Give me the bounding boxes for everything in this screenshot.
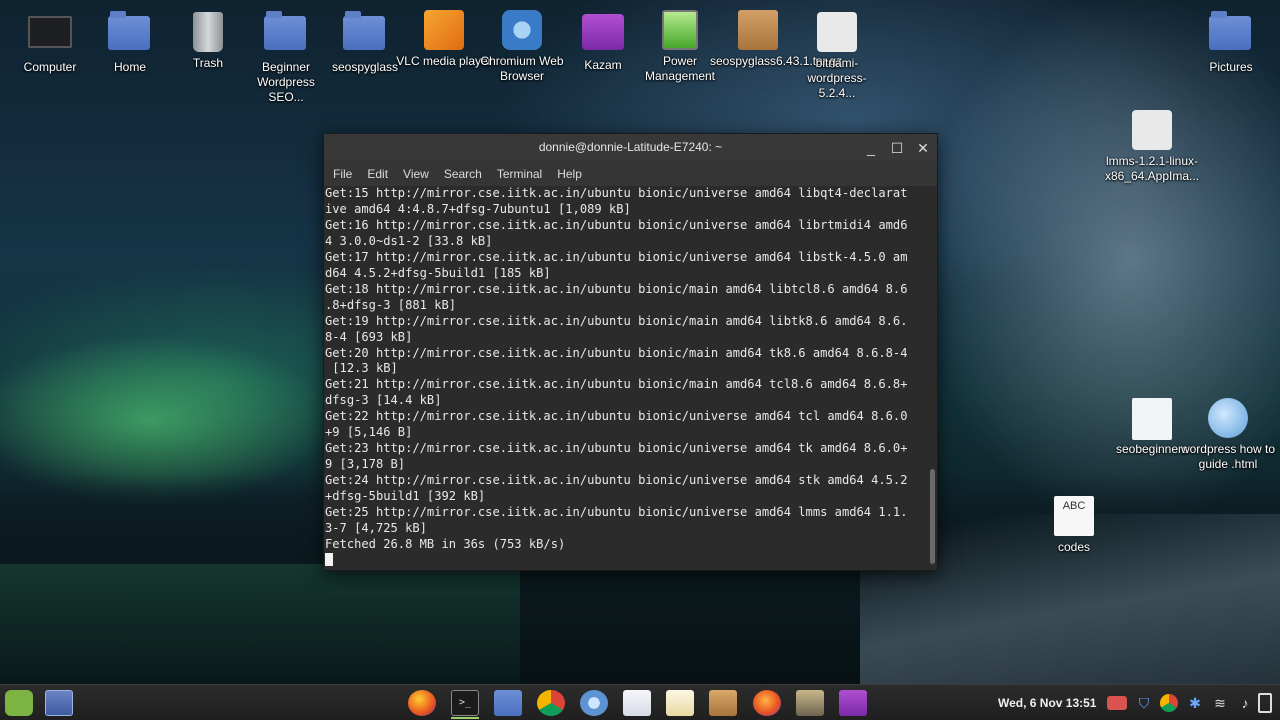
- terminal-line: +9 [5,146 B]: [325, 425, 413, 440]
- window-controls: _ ☐ ✕: [863, 134, 931, 161]
- terminal-line: Get:25 http://mirror.cse.iitk.ac.in/ubun…: [325, 505, 908, 520]
- battery-icon[interactable]: [1258, 693, 1272, 713]
- text-cursor: [325, 552, 333, 566]
- terminal-line: Get:18 http://mirror.cse.iitk.ac.in/ubun…: [325, 281, 908, 296]
- home-folder-icon: [108, 11, 150, 50]
- terminal-line: 8-4 [693 kB]: [325, 329, 413, 344]
- wifi-icon[interactable]: ≋: [1211, 694, 1229, 712]
- battery-icon: [662, 10, 698, 50]
- close-button[interactable]: ✕: [915, 140, 931, 156]
- terminal-prompt-line: [325, 552, 927, 566]
- text-editor-icon[interactable]: [666, 690, 694, 716]
- terminal-line: Get:16 http://mirror.cse.iitk.ac.in/ubun…: [325, 217, 908, 232]
- firefox-icon[interactable]: [408, 690, 436, 716]
- active-window-indicator: [451, 717, 479, 719]
- menu-edit[interactable]: Edit: [367, 167, 388, 181]
- desktop-icon-pictures[interactable]: Pictures: [1183, 11, 1279, 75]
- terminal-line: Fetched 26.8 MB in 36s (753 kB/s): [325, 536, 566, 551]
- terminal-line: Get:24 http://mirror.cse.iitk.ac.in/ubun…: [325, 473, 908, 488]
- terminal-line: Get:22 http://mirror.cse.iitk.ac.in/ubun…: [325, 409, 908, 424]
- sound-icon[interactable]: ♪: [1236, 694, 1254, 712]
- terminal-menubar: File Edit View Search Terminal Help: [324, 161, 937, 186]
- terminal-line: Get:17 http://mirror.cse.iitk.ac.in/ubun…: [325, 249, 908, 264]
- scrollbar-thumb[interactable]: [930, 469, 935, 564]
- terminal-line: Get:23 http://mirror.cse.iitk.ac.in/ubun…: [325, 441, 908, 456]
- executable-gear-icon: [817, 12, 857, 52]
- menu-help[interactable]: Help: [557, 167, 582, 181]
- terminal-line: Get:20 http://mirror.cse.iitk.ac.in/ubun…: [325, 345, 908, 360]
- menu-terminal[interactable]: Terminal: [497, 167, 542, 181]
- terminal-line: .8+dfsg-3 [881 kB]: [325, 297, 457, 312]
- folder-icon: [264, 11, 306, 50]
- clock[interactable]: Wed, 6 Nov 13:51: [998, 685, 1096, 720]
- record-icon[interactable]: [1107, 696, 1127, 710]
- terminal-line: d64 4.5.2+dfsg-5build1 [185 kB]: [325, 265, 551, 280]
- folder-icon: [343, 11, 385, 50]
- terminal-scrollbar[interactable]: [929, 186, 935, 566]
- bluetooth-icon[interactable]: ✱: [1186, 694, 1204, 712]
- kazam-icon[interactable]: [839, 690, 867, 716]
- menu-search[interactable]: Search: [444, 167, 482, 181]
- wallpaper-lake: [0, 564, 520, 684]
- archive-manager-icon[interactable]: [709, 690, 737, 716]
- desktop-icon-codes[interactable]: ABC codes: [1026, 496, 1122, 555]
- desktop-icon-lmms-appimage[interactable]: lmms-1.2.1-linux-x86_64.AppIma...: [1104, 110, 1200, 184]
- folder-icon: [1209, 11, 1251, 50]
- terminal-line: Get:15 http://mirror.cse.iitk.ac.in/ubun…: [325, 186, 908, 200]
- files-icon[interactable]: [494, 690, 522, 716]
- media-player-icon[interactable]: [753, 690, 781, 716]
- trash-icon: [193, 12, 223, 52]
- computer-icon: [28, 16, 72, 48]
- kazam-icon: [582, 14, 624, 50]
- chrome-tray-icon[interactable]: [1160, 694, 1178, 712]
- chrome-icon[interactable]: [537, 690, 565, 716]
- taskbar: >_ Wed, 6 Nov 13:51 ⛉ ✱ ≋ ♪: [0, 684, 1280, 720]
- terminal-line: 4 3.0.0~ds1-2 [33.8 kB]: [325, 233, 493, 248]
- menu-view[interactable]: View: [403, 167, 429, 181]
- terminal-window[interactable]: donnie@donnie-Latitude-E7240: ~ _ ☐ ✕ Fi…: [323, 133, 938, 571]
- vlc-icon: [424, 10, 464, 50]
- gimp-icon[interactable]: [796, 690, 824, 716]
- text-file-icon: ABC: [1054, 496, 1094, 536]
- html-globe-icon: [1208, 398, 1248, 438]
- document-icon: [1132, 398, 1172, 440]
- terminal-line: 9 [3,178 B]: [325, 457, 406, 472]
- terminal-line: dfsg-3 [14.4 kB]: [325, 393, 442, 408]
- desktop-icon-bitnami[interactable]: bitnami-wordpress-5.2.4...: [789, 12, 885, 101]
- terminal-titlebar[interactable]: donnie@donnie-Latitude-E7240: ~ _ ☐ ✕: [324, 134, 937, 161]
- window-title: donnie@donnie-Latitude-E7240: ~: [538, 140, 723, 154]
- terminal-line: 3-7 [4,725 kB]: [325, 521, 427, 536]
- terminal-icon[interactable]: >_: [451, 690, 479, 716]
- menu-file[interactable]: File: [333, 167, 352, 181]
- mint-menu-icon[interactable]: [5, 690, 33, 716]
- maximize-button[interactable]: ☐: [889, 140, 905, 156]
- desktop-icon-wordpress-html[interactable]: wordpress how to guide .html: [1180, 398, 1276, 472]
- chromium-icon[interactable]: [580, 690, 608, 716]
- archive-icon: [738, 10, 778, 50]
- terminal-line: +dfsg-5build1 [392 kB]: [325, 489, 486, 504]
- executable-gear-icon: [1132, 110, 1172, 150]
- writer-icon[interactable]: [623, 690, 651, 716]
- terminal-line: [12.3 kB]: [325, 361, 398, 376]
- show-desktop-icon[interactable]: [45, 690, 73, 716]
- terminal-line: Get:21 http://mirror.cse.iitk.ac.in/ubun…: [325, 377, 908, 392]
- terminal-line: Get:19 http://mirror.cse.iitk.ac.in/ubun…: [325, 313, 908, 328]
- chromium-icon: [502, 10, 542, 50]
- terminal-output[interactable]: Get:15 http://mirror.cse.iitk.ac.in/ubun…: [325, 186, 927, 566]
- shield-icon[interactable]: ⛉: [1135, 694, 1153, 712]
- minimize-button[interactable]: _: [863, 140, 879, 156]
- terminal-line: ive amd64 4:4.8.7+dfsg-7ubuntu1 [1,089 k…: [325, 201, 631, 216]
